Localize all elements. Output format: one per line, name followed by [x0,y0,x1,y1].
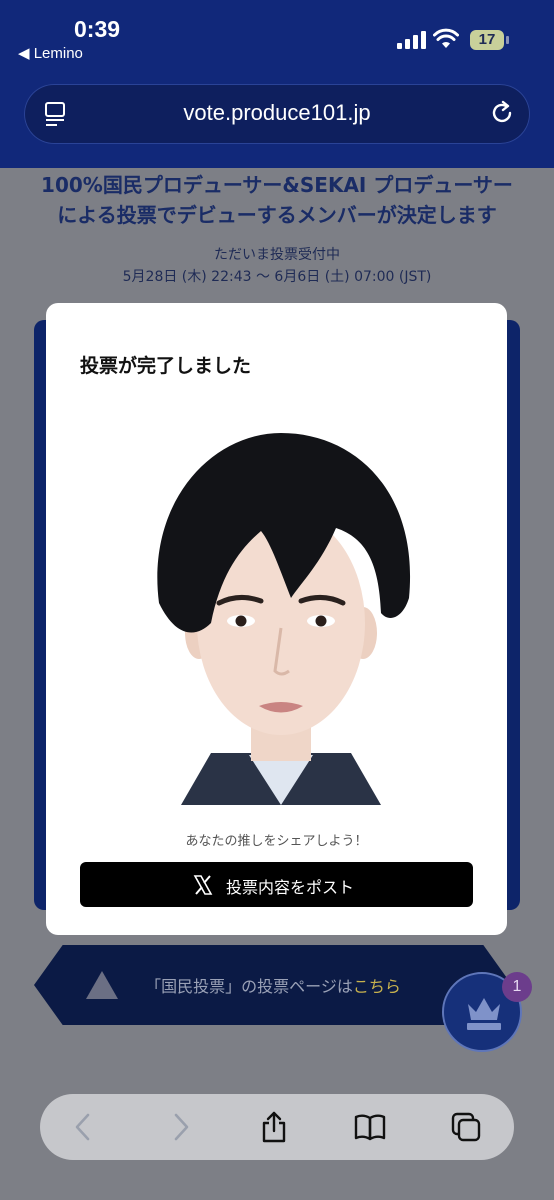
x-logo-icon [193,875,213,895]
signal-icon [397,31,427,49]
headline-line-1: 100%国民プロデューサー&SEKAI プロデューサー [41,173,513,197]
vote-complete-modal: 投票が完了しました あなたの推しをシェアしよう！ 投票内容をポスト [46,303,507,935]
banner-prefix: 「国民投票」の投票ページは [145,977,353,996]
tabs-icon[interactable] [450,1111,482,1143]
share-prompt: あなたの推しをシェアしよう！ [185,834,368,849]
status-time: 0:39 [74,16,121,42]
battery-nub [506,36,509,44]
banner-text: 「国民投票」の投票ページはこちら [34,973,512,997]
headline-line-2: による投票でデビューするメンバーが決定します [57,203,497,227]
back-arrow-icon[interactable] [68,1111,100,1143]
browser-bottom-toolbar [40,1094,514,1160]
voting-status: ただいま投票受付中 [214,247,340,263]
notification-badge: 1 [502,972,532,1002]
banner-link[interactable]: こちら [353,977,401,996]
modal-title: 投票が完了しました [80,355,252,377]
post-to-x-button[interactable]: 投票内容をポスト [80,862,473,907]
member-portrait [157,433,411,805]
share-icon[interactable] [258,1111,290,1143]
forward-arrow-icon[interactable] [164,1111,196,1143]
page-headline: 100%国民プロデューサー&SEKAI プロデューサー による投票でデビューする… [0,170,554,230]
post-button-label: 投票内容をポスト [226,878,355,897]
address-bar[interactable]: vote.produce101.jp [24,84,530,144]
reload-icon[interactable] [488,99,516,127]
crown-icon [467,998,501,1030]
browser-top-bar: 0:39 ◀ Lemino 17 vote.produce101.jp [0,0,554,168]
bookmarks-icon[interactable] [354,1111,386,1143]
battery-icon: 17 [470,30,504,50]
national-vote-banner[interactable]: 「国民投票」の投票ページはこちら [34,945,512,1025]
wifi-icon [433,28,459,48]
back-to-app-link[interactable]: ◀ Lemino [18,44,83,62]
url-text[interactable]: vote.produce101.jp [24,100,530,126]
voting-period: 5月28日 (木) 22:43 〜 6月6日 (土) 07:00 (JST) [122,269,432,285]
